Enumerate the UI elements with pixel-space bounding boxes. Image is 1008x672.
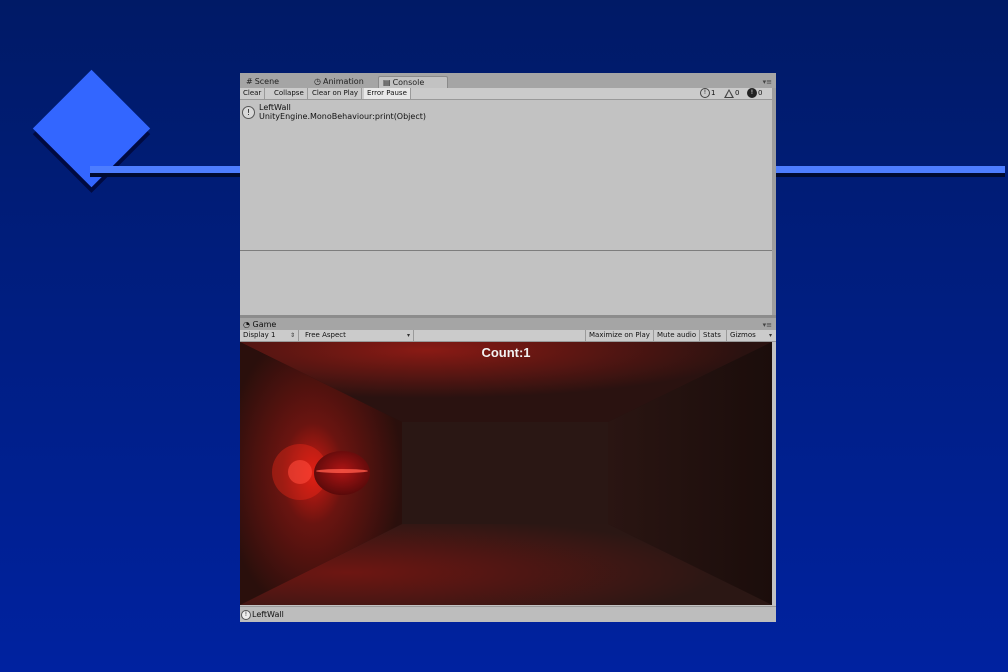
error-count-toggle[interactable]: ! 0 [747, 88, 762, 99]
error-pause-button[interactable]: Error Pause [364, 88, 411, 99]
panel-tab-bar: # Scene ◷ Animation ▤ Console ▾≡ [240, 73, 776, 89]
mute-audio-button[interactable]: Mute audio [653, 330, 699, 341]
display-select[interactable]: Display 1 ⇕ [240, 330, 299, 341]
warning-icon [724, 88, 734, 98]
game-tab-bar: ◔ Game ▾≡ [240, 318, 776, 330]
game-toolbar: Display 1 ⇕ Free Aspect ▾ Maximize on Pl… [240, 330, 776, 342]
unity-editor-window: # Scene ◷ Animation ▤ Console ▾≡ Clear Coll… [240, 73, 776, 622]
status-bar[interactable]: ! LeftWall [240, 606, 776, 622]
chevron-down-icon: ▾ [406, 332, 410, 339]
log-message: LeftWall [259, 103, 291, 112]
info-icon: ! [241, 610, 251, 620]
updown-icon: ⇕ [289, 332, 295, 339]
tab-game[interactable]: ◔ Game [243, 319, 276, 330]
slide-rule-right [774, 166, 1005, 173]
clear-on-play-button[interactable]: Clear on Play [309, 88, 363, 99]
status-message: LeftWall [252, 610, 284, 619]
console-scrollbar[interactable] [772, 88, 776, 315]
collapse-button[interactable]: Collapse [271, 88, 308, 99]
tab-animation[interactable]: ◷ Animation [310, 76, 368, 88]
game-menu-icon[interactable]: ▾≡ [763, 321, 772, 329]
panel-menu-icon[interactable]: ▾≡ [763, 78, 772, 86]
console-detail-pane [240, 251, 772, 315]
maximize-on-play-button[interactable]: Maximize on Play [585, 330, 653, 341]
tab-scene[interactable]: # Scene [242, 76, 283, 88]
stats-button[interactable]: Stats [699, 330, 724, 341]
info-icon: ! [242, 106, 255, 119]
score-counter: Count:1 [481, 345, 531, 360]
console-toolbar: Clear Collapse Clear on Play Error Pause… [240, 88, 776, 100]
chevron-down-icon: ▾ [768, 332, 772, 339]
error-icon: ! [747, 88, 757, 98]
game-scene-render [240, 342, 772, 605]
info-icon: ! [700, 88, 710, 98]
log-stack-trace: UnityEngine.MonoBehaviour:print(Object) [259, 112, 426, 121]
clear-button[interactable]: Clear [240, 88, 266, 99]
console-log-list: ! LeftWall UnityEngine.MonoBehaviour:pri… [240, 100, 772, 250]
slide-rule-left [90, 166, 242, 173]
gizmos-button[interactable]: Gizmos ▾ [726, 330, 775, 341]
clock-icon: ◷ [314, 77, 321, 86]
info-count-toggle[interactable]: ! 1 [700, 88, 715, 99]
aspect-select[interactable]: Free Aspect ▾ [302, 330, 414, 341]
warning-count-toggle[interactable]: 0 [724, 88, 739, 99]
game-viewport[interactable]: Count:1 [240, 342, 772, 605]
grid-icon: # [246, 77, 253, 86]
pacman-icon: ◔ [243, 320, 250, 329]
console-icon: ▤ [383, 78, 391, 87]
